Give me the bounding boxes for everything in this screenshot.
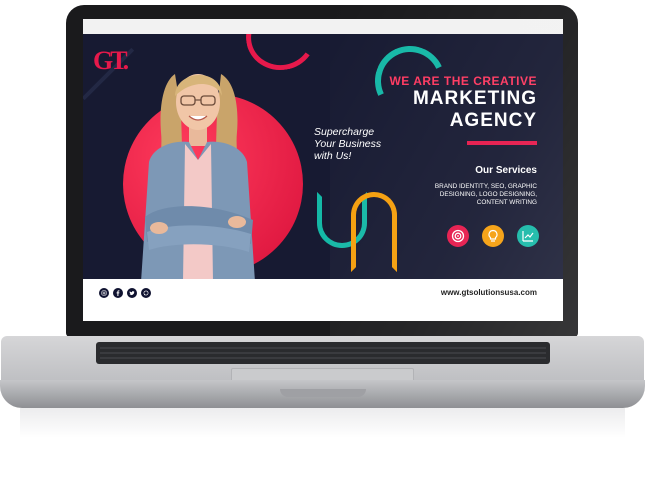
smiling-woman-photo <box>141 74 255 279</box>
growth-chart-icon <box>517 225 539 247</box>
keyboard-row <box>100 347 546 349</box>
floor-reflection <box>20 408 625 438</box>
keyboard-row <box>100 352 546 354</box>
laptop-screen: GT. WE ARE THE CREATIVE MARKETING AGENCY… <box>83 34 563 321</box>
keyboard-row <box>100 357 546 359</box>
instagram-icon[interactable] <box>99 288 109 298</box>
lid-opening-notch <box>280 389 366 397</box>
services-line-2: DESIGNING, LOGO DESIGNING, <box>439 191 537 198</box>
laptop-mockup: GT. WE ARE THE CREATIVE MARKETING AGENCY… <box>0 0 645 483</box>
services-title: Our Services <box>475 165 537 176</box>
tagline-line-2: Your Business <box>314 138 382 150</box>
service-icons <box>447 225 539 247</box>
services-line-3: CONTENT WRITING <box>476 199 537 206</box>
headline-underline-bar <box>467 141 537 145</box>
headline: MARKETING AGENCY <box>413 88 537 132</box>
website-link[interactable]: www.gtsolutionsusa.com <box>441 288 537 297</box>
decorative-orange-curve <box>351 192 397 272</box>
facebook-icon[interactable] <box>113 288 123 298</box>
headline-line-2: AGENCY <box>449 110 537 131</box>
social-icons <box>99 288 151 298</box>
lightbulb-icon <box>482 225 504 247</box>
target-icon <box>447 225 469 247</box>
headline-line-1: MARKETING <box>412 88 537 109</box>
kicker-text: WE ARE THE CREATIVE <box>389 74 537 88</box>
whatsapp-icon[interactable] <box>141 288 151 298</box>
banner-footer: www.gtsolutionsusa.com <box>83 279 563 321</box>
marketing-banner: GT. WE ARE THE CREATIVE MARKETING AGENCY… <box>83 34 563 279</box>
screen-top-bezel <box>83 19 563 34</box>
twitter-icon[interactable] <box>127 288 137 298</box>
logo-text: GT. <box>93 46 129 75</box>
services-list: BRAND IDENTITY, SEO, GRAPHIC DESIGNING, … <box>407 183 537 207</box>
tagline-line-3: with Us! <box>314 150 352 162</box>
services-line-1: BRAND IDENTITY, SEO, GRAPHIC <box>434 183 537 190</box>
tagline-line-1: Supercharge <box>314 126 375 138</box>
tagline: Supercharge Your Business with Us! <box>314 126 381 162</box>
